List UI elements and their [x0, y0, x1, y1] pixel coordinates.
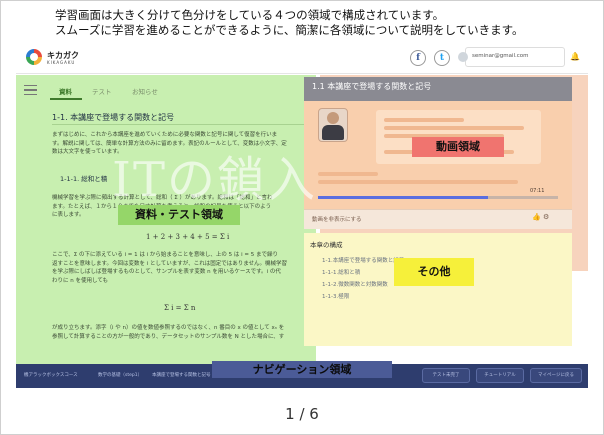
- logo-subtext: KIKAGAKU: [47, 60, 76, 65]
- tutorial-button[interactable]: チュートリアル: [476, 368, 524, 383]
- avatar: [458, 52, 468, 62]
- body-text-2: ここで、Σ の下に添えている i = 1 は i から始まることを意味し、上の …: [52, 251, 314, 285]
- top-bar: キカガク KIKAGAKU f t seminar@gmail.com 🔔: [16, 42, 588, 74]
- breadcrumb-step[interactable]: 数学の基礎（step1）: [98, 372, 142, 378]
- test-status-button[interactable]: テスト未完了: [422, 368, 470, 383]
- navigation-region-label: ナビゲーション領域: [212, 361, 392, 378]
- header-text: 学習画面は大きく分けて色分けをしている４つの領域で構成されています。 スムーズに…: [55, 8, 575, 38]
- video-slide-line: [384, 118, 464, 122]
- active-tab-indicator: [50, 98, 82, 100]
- formula-sum-2: Σ i = Σ n: [164, 304, 196, 312]
- video-progress: [318, 196, 488, 199]
- tab-test[interactable]: テスト: [92, 86, 112, 96]
- body-text-3: が成り立ちます。添字（i や n）の値を数値参照するのではなく、n 番目の x …: [52, 324, 314, 341]
- section-divider: [52, 124, 312, 125]
- body-line: 参照して計算することの方が一般的であり、データセットのサンプル数を N とした場…: [52, 333, 285, 340]
- page-indicator: 1 / 6: [285, 405, 319, 423]
- subsection-title: 1-1-1. 総和と積: [60, 175, 108, 183]
- hamburger-menu-icon[interactable]: [24, 85, 37, 95]
- intro-line: まずはじめに、これから本講座を進めていくために必要な関数と記号に関して復習を行い…: [52, 132, 278, 138]
- tab-notices[interactable]: お知らせ: [132, 86, 158, 96]
- video-slide-line: [318, 172, 378, 176]
- facebook-icon[interactable]: f: [410, 50, 426, 66]
- header-line-1: 学習画面は大きく分けて色分けをしている４つの領域で構成されています。: [55, 8, 445, 22]
- other-region-label: その他: [394, 258, 474, 286]
- video-time: 07:11: [530, 188, 545, 194]
- body-line: が成り立ちます。添字（i や n）の値を数値参照するのではなく、n 番目の x …: [52, 325, 285, 331]
- body-line: ここで、Σ の下に添えている i = 1 は i から始まることを意味し、上の …: [52, 252, 279, 258]
- hide-video-toggle[interactable]: 動画を非表示にする: [312, 215, 362, 223]
- content-tabs: 資料 テスト お知らせ: [46, 78, 314, 100]
- body-line: を学ぶ際にしばしば登場するものとして、サンプルを表す変数 n を用いるケースです…: [52, 269, 281, 275]
- watermark: ITの鎖入: [112, 152, 317, 208]
- other-region: [304, 233, 572, 346]
- video-slide-line: [384, 126, 524, 130]
- body-line: 返すことを意味します。今回は変数を i としていますが、これは固定ではありません…: [52, 260, 288, 267]
- presenter-head: [327, 112, 339, 124]
- chapter-link[interactable]: 1-1-3.極限: [322, 292, 349, 300]
- tab-materials[interactable]: 資料: [59, 86, 72, 96]
- formula-sum-1: 1 + 2 + 3 + 4 + 5 = Σ i: [146, 233, 230, 241]
- bell-icon[interactable]: 🔔: [570, 52, 580, 61]
- mypage-button[interactable]: マイページに戻る: [530, 368, 582, 383]
- video-region-label: 動画領域: [412, 137, 504, 157]
- twitter-icon[interactable]: t: [434, 50, 450, 66]
- chapter-link[interactable]: 1-1-1.総和と積: [322, 268, 360, 276]
- chapter-structure-title: 本章の構成: [310, 241, 343, 249]
- chapter-link[interactable]: 1-1.本講座で登場する関数と記号: [322, 256, 404, 264]
- body-line: わりに n を使用しても: [52, 277, 109, 284]
- breadcrumb-lesson[interactable]: 本講座で登場する関数と記号: [152, 372, 211, 378]
- presenter-body: [322, 125, 344, 140]
- user-email: seminar@gmail.com: [472, 53, 529, 59]
- video-slide-line: [318, 180, 518, 184]
- chapter-link[interactable]: 1-1-2.微数関数と対数関数: [322, 280, 388, 288]
- video-feedback-icons[interactable]: 👍 ⚙: [532, 213, 549, 221]
- video-title: 1.1 本講座で登場する関数と記号: [312, 82, 432, 91]
- kikagaku-logo-icon[interactable]: [26, 49, 42, 65]
- section-title: 1-1. 本講座で登場する関数と記号: [52, 113, 175, 122]
- breadcrumb-course[interactable]: 機アラックボックスコース: [24, 372, 78, 378]
- header-line-2: スムーズに学習を進めることができるように、簡潔に各領域について説明をしていきます…: [55, 23, 524, 37]
